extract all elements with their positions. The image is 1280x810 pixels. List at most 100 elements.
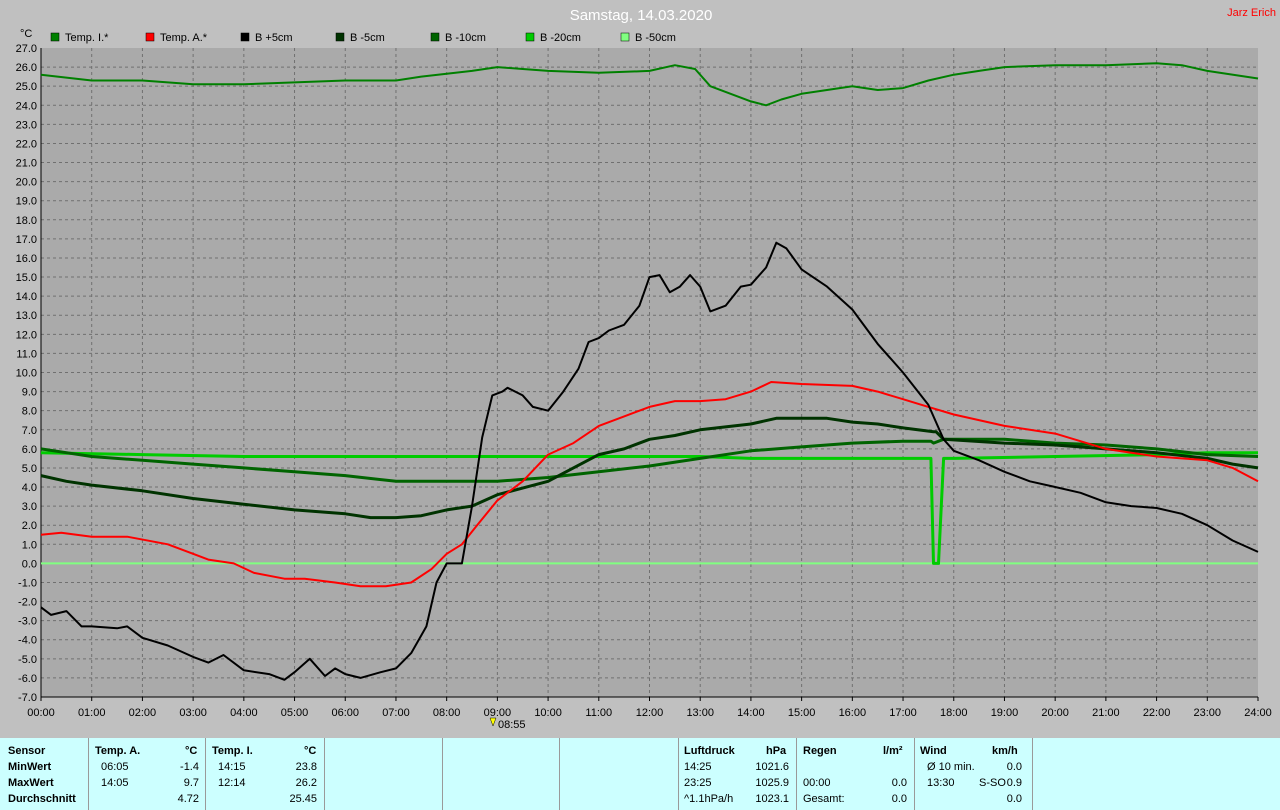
x-tick-label: 15:00 — [788, 707, 816, 719]
table-cell-tempA-time: 06:05 — [101, 761, 129, 773]
table-divider — [678, 738, 679, 810]
x-tick-label: 23:00 — [1194, 707, 1222, 719]
legend-swatch — [50, 32, 60, 42]
y-tick-label: 13.0 — [16, 310, 37, 322]
x-tick-label: 07:00 — [382, 707, 410, 719]
y-tick-label: -1.0 — [18, 577, 37, 589]
y-tick-label: 6.0 — [22, 444, 37, 456]
legend-label: B -20cm — [540, 32, 581, 44]
x-tick-label: 24:00 — [1244, 707, 1272, 719]
table-cell-label: MinWert — [8, 761, 52, 773]
col-sensor-header: Sensor — [8, 745, 46, 757]
col-wind-unit: km/h — [992, 745, 1018, 757]
y-tick-label: 24.0 — [16, 100, 37, 112]
x-tick-label: 02:00 — [129, 707, 157, 719]
y-tick-label: -4.0 — [18, 635, 37, 647]
y-tick-label: 7.0 — [22, 425, 37, 437]
table-divider — [914, 738, 915, 810]
table-cell-label: MaxWert — [8, 777, 54, 789]
table-divider — [205, 738, 206, 810]
time-marker-label: 08:55 — [498, 719, 526, 731]
table-cell-tempI-val: 23.8 — [295, 761, 317, 773]
x-tick-label: 11:00 — [585, 707, 612, 719]
table-cell-luft-time: ^1.1hPa/h — [684, 793, 734, 805]
y-tick-label: 20.0 — [16, 177, 37, 189]
x-tick-label: 21:00 — [1092, 707, 1120, 719]
col-regen-unit: l/m² — [883, 745, 903, 757]
y-tick-label: 18.0 — [16, 215, 37, 227]
legend: Temp. I.* Temp. A.* B +5cm B -5cm B -10cm B -… — [50, 32, 676, 44]
x-tick-label: 08:00 — [433, 707, 461, 719]
y-tick-label: 4.0 — [22, 482, 37, 494]
y-tick-label: 11.0 — [16, 348, 37, 360]
table-cell-luft-val: 1021.6 — [755, 761, 789, 773]
legend-swatch — [525, 32, 535, 42]
weather-chart: Samstag, 14.03.2020 Jarz Erich °C Temp. … — [16, 7, 1276, 731]
table-cell-tempI-val: 26.2 — [295, 777, 317, 789]
table-cell-luft-val: 1023.1 — [755, 793, 789, 805]
y-tick-label: 16.0 — [16, 253, 37, 265]
y-axis-ticks: 27.0 26.0 25.0 24.0 23.0 22.0 21.0 20.0 19.0 18.0… — [16, 43, 37, 704]
author-label: Jarz Erich — [1227, 7, 1276, 19]
y-tick-label: 22.0 — [16, 138, 37, 150]
table-cell-tempA-time: 14:05 — [101, 777, 129, 789]
table-cell-wind-val: 0.9 — [1006, 777, 1022, 789]
table-cell-tempA-val: 9.7 — [183, 777, 199, 789]
x-tick-label: 19:00 — [991, 707, 1019, 719]
x-tick-label: 18:00 — [940, 707, 968, 719]
y-tick-label: 8.0 — [22, 406, 37, 418]
legend-label: B -5cm — [350, 32, 385, 44]
y-tick-label: 15.0 — [16, 272, 37, 284]
table-divider — [442, 738, 443, 810]
table-divider — [796, 738, 797, 810]
legend-label: Temp. A.* — [160, 32, 208, 44]
y-tick-label: -2.0 — [18, 597, 37, 609]
col-temp-i-header: Temp. I. — [212, 745, 253, 757]
time-marker-icon — [489, 717, 497, 727]
x-tick-label: 22:00 — [1143, 707, 1171, 719]
x-tick-label: 16:00 — [839, 707, 867, 719]
table-cell-tempA-val: -1.4 — [180, 761, 199, 773]
table-cell-luft-time: 14:25 — [684, 761, 712, 773]
y-tick-label: 14.0 — [16, 291, 37, 303]
col-regen-header: Regen — [803, 745, 837, 757]
table-cell-wind-val: 0.0 — [1006, 793, 1022, 805]
table-cell-luft-val: 1025.9 — [755, 777, 789, 789]
legend-swatch — [620, 32, 630, 42]
y-tick-label: 27.0 — [16, 43, 37, 55]
x-tick-label: 04:00 — [230, 707, 258, 719]
table-divider — [1032, 738, 1033, 810]
col-temp-a-unit: °C — [185, 745, 198, 757]
legend-swatch — [240, 32, 250, 42]
stats-table: Sensor Temp. A. °C Temp. I. °C Luftdruck… — [0, 738, 1280, 810]
y-tick-label: 23.0 — [16, 119, 37, 131]
x-tick-label: 06:00 — [331, 707, 359, 719]
time-marker: 08:55 — [489, 717, 526, 731]
col-luft-unit: hPa — [766, 745, 787, 757]
x-tick-label: 13:00 — [686, 707, 714, 719]
y-tick-label: -3.0 — [18, 616, 37, 628]
x-tick-label: 10:00 — [534, 707, 562, 719]
table-cell-tempI-time: 14:15 — [218, 761, 246, 773]
x-tick-label: 01:00 — [78, 707, 106, 719]
y-tick-label: 26.0 — [16, 62, 37, 74]
col-temp-i-unit: °C — [304, 745, 317, 757]
legend-swatch — [430, 32, 440, 42]
col-temp-a-header: Temp. A. — [95, 745, 141, 757]
y-tick-label: 9.0 — [22, 387, 37, 399]
y-tick-label: 25.0 — [16, 81, 37, 93]
y-axis-unit: °C — [20, 28, 32, 40]
x-tick-label: 12:00 — [636, 707, 664, 719]
x-tick-label: 14:00 — [737, 707, 765, 719]
y-tick-label: 5.0 — [22, 463, 37, 475]
legend-swatch — [335, 32, 345, 42]
x-tick-label: 05:00 — [281, 707, 309, 719]
legend-swatch — [145, 32, 155, 42]
table-cell-wind-val: 0.0 — [1006, 761, 1022, 773]
legend-label: B -50cm — [635, 32, 676, 44]
legend-label: B +5cm — [255, 32, 293, 44]
y-tick-label: 12.0 — [16, 329, 37, 341]
y-tick-label: 19.0 — [16, 196, 37, 208]
table-cell-luft-time: 23:25 — [684, 777, 712, 789]
x-tick-label: 20:00 — [1041, 707, 1069, 719]
